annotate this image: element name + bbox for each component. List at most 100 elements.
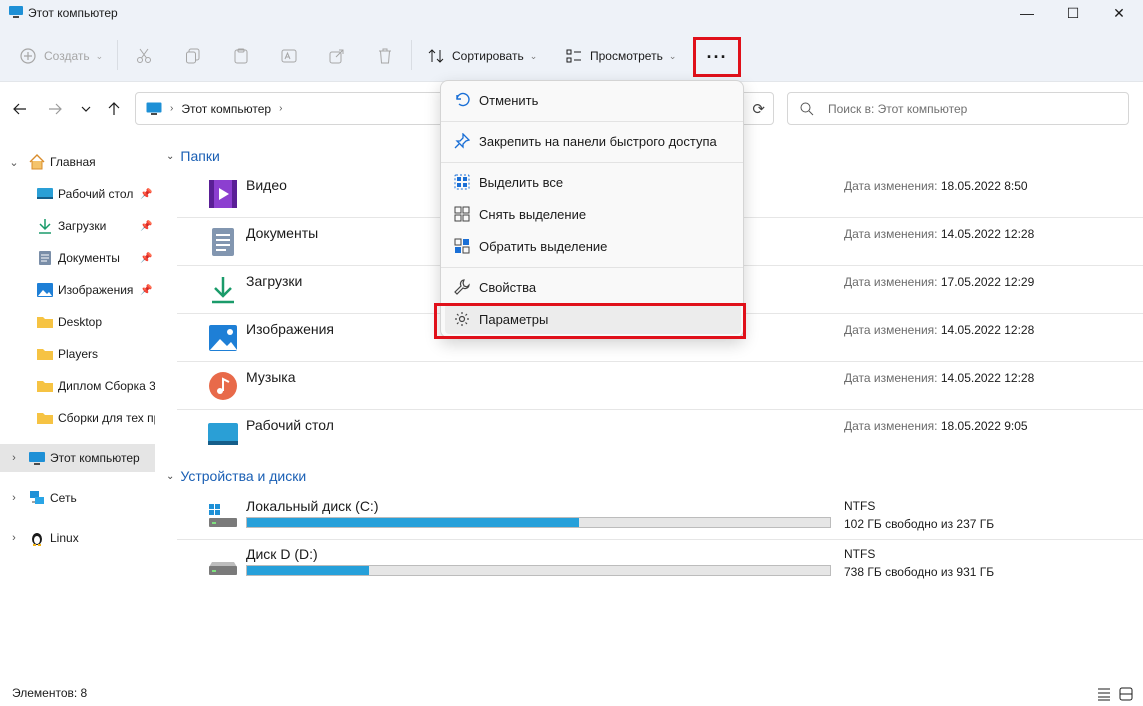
group-title: Устройства и диски bbox=[180, 468, 307, 484]
menu-item-select-all[interactable]: Выделить все bbox=[445, 167, 741, 197]
chevron-right-icon[interactable]: › bbox=[8, 452, 20, 464]
plus-circle-icon bbox=[20, 48, 36, 64]
menu-divider bbox=[441, 121, 743, 122]
delete-button[interactable] bbox=[377, 42, 393, 70]
share-button[interactable] bbox=[329, 42, 345, 70]
drive-filesystem: NTFS bbox=[844, 499, 876, 513]
menu-item-label: Закрепить на панели быстрого доступа bbox=[479, 133, 717, 149]
menu-item-undo[interactable]: Отменить bbox=[445, 85, 741, 115]
pin-icon bbox=[454, 133, 470, 149]
forward-arrow-icon[interactable] bbox=[45, 99, 65, 119]
title-bar: Этот компьютер — ☐ ✕ bbox=[0, 0, 1143, 26]
menu-item-select-none[interactable]: Снять выделение bbox=[445, 199, 741, 229]
chevron-down-icon: ⌄ bbox=[668, 50, 677, 61]
maximize-button[interactable]: ☐ bbox=[1050, 0, 1096, 26]
minimize-button[interactable]: — bbox=[1004, 0, 1050, 26]
see-more-button[interactable]: ··· bbox=[693, 37, 741, 77]
folder-date: Дата изменения: 18.05.2022 8:50 bbox=[844, 179, 1028, 193]
folder-icon bbox=[37, 317, 53, 328]
search-placeholder: Поиск в: Этот компьютер bbox=[828, 101, 968, 116]
undo-icon bbox=[456, 92, 470, 107]
music-icon bbox=[209, 372, 237, 400]
chevron-right-icon: › bbox=[170, 103, 174, 114]
drive-item-c[interactable]: Локальный диск (C:) NTFS 102 ГБ свободно… bbox=[177, 496, 1143, 544]
folder-icon bbox=[37, 349, 53, 360]
computer-icon bbox=[146, 102, 162, 115]
sidebar-item-label: Этот компьютер bbox=[50, 451, 140, 465]
sidebar-item-network[interactable]: › Сеть bbox=[0, 484, 155, 512]
computer-icon bbox=[9, 6, 23, 18]
folder-name: Музыка bbox=[246, 369, 296, 385]
sidebar-item-this-pc[interactable]: › Этот компьютер bbox=[0, 444, 155, 472]
sort-label: Сортировать bbox=[452, 49, 524, 63]
drive-free-space: 738 ГБ свободно из 931 ГБ bbox=[844, 565, 995, 579]
folder-date: Дата изменения: 17.05.2022 12:29 bbox=[844, 275, 1035, 289]
chevron-right-icon[interactable]: › bbox=[8, 532, 20, 544]
drive-usage-fill bbox=[247, 518, 580, 527]
drive-free-space: 102 ГБ свободно из 237 ГБ bbox=[844, 517, 995, 531]
breadcrumb-this-pc[interactable]: Этот компьютер bbox=[181, 102, 271, 116]
folder-item-desktop[interactable]: Рабочий стол Дата изменения: 18.05.2022 … bbox=[177, 410, 1143, 458]
create-button[interactable]: Создать ⌄ bbox=[20, 42, 103, 70]
menu-item-properties[interactable]: Свойства bbox=[445, 272, 741, 302]
group-title: Папки bbox=[180, 148, 220, 164]
chevron-right-icon[interactable]: › bbox=[8, 492, 20, 504]
status-bar: Элементов: 8 bbox=[0, 682, 1143, 706]
sidebar-item-downloads[interactable]: Загрузки 📌 bbox=[0, 212, 155, 240]
close-button[interactable]: ✕ bbox=[1096, 0, 1142, 26]
drive-name: Локальный диск (C:) bbox=[246, 498, 379, 514]
details-view-icon[interactable] bbox=[1097, 687, 1111, 701]
copy-button[interactable] bbox=[185, 42, 201, 70]
pin-icon[interactable]: 📌 bbox=[140, 285, 152, 296]
paste-button[interactable] bbox=[233, 42, 249, 70]
recent-locations-icon[interactable] bbox=[76, 99, 96, 119]
window-title: Этот компьютер bbox=[28, 6, 118, 20]
up-arrow-icon[interactable] bbox=[104, 99, 124, 119]
rename-button[interactable] bbox=[281, 42, 297, 70]
drive-icon bbox=[209, 562, 237, 575]
pin-icon[interactable]: 📌 bbox=[140, 189, 152, 200]
tiles-view-icon[interactable] bbox=[1119, 687, 1133, 701]
drive-item-d[interactable]: Диск D (D:) NTFS 738 ГБ свободно из 931 … bbox=[177, 544, 1143, 592]
view-label: Просмотреть bbox=[590, 49, 663, 63]
sidebar-item-label: Главная bbox=[50, 155, 96, 169]
sort-icon bbox=[428, 49, 444, 63]
cut-button[interactable] bbox=[136, 42, 152, 70]
view-button[interactable]: Просмотреть ⌄ bbox=[566, 42, 676, 70]
search-input[interactable]: Поиск в: Этот компьютер bbox=[787, 92, 1129, 125]
chevron-down-icon[interactable]: ⌄ bbox=[166, 471, 174, 482]
sidebar-item-diploma[interactable]: Диплом Сборка 3 bbox=[0, 372, 155, 400]
menu-item-invert-selection[interactable]: Обратить выделение bbox=[445, 231, 741, 261]
sidebar-item-desktop-folder[interactable]: Desktop bbox=[0, 308, 155, 336]
sidebar-item-label: Сеть bbox=[50, 491, 77, 505]
pin-icon[interactable]: 📌 bbox=[140, 253, 152, 264]
chevron-right-icon[interactable]: › bbox=[279, 103, 282, 114]
sort-button[interactable]: Сортировать ⌄ bbox=[428, 42, 537, 70]
sidebar-item-pictures[interactable]: Изображения 📌 bbox=[0, 276, 155, 304]
pin-icon[interactable]: 📌 bbox=[140, 221, 152, 232]
sidebar-item-documents[interactable]: Документы 📌 bbox=[0, 244, 155, 272]
folder-name: Рабочий стол bbox=[246, 417, 334, 433]
toolbar-divider bbox=[411, 40, 412, 70]
wrench-icon bbox=[454, 279, 470, 295]
devices-group-header[interactable]: ⌄ Устройства и диски bbox=[166, 468, 306, 484]
sidebar-item-players[interactable]: Players bbox=[0, 340, 155, 368]
toolbar-divider bbox=[117, 40, 118, 70]
folder-item-music[interactable]: Музыка Дата изменения: 14.05.2022 12:28 bbox=[177, 362, 1143, 410]
sidebar-item-builds[interactable]: Сборки для тех пр bbox=[0, 404, 155, 432]
chevron-down-icon[interactable]: ⌄ bbox=[8, 156, 20, 169]
scissors-icon bbox=[137, 48, 151, 63]
drive-usage-bar bbox=[246, 517, 831, 528]
menu-item-pin-quick-access[interactable]: Закрепить на панели быстрого доступа bbox=[445, 126, 741, 156]
refresh-icon[interactable]: ⟳ bbox=[752, 100, 765, 118]
sidebar-item-home[interactable]: ⌄ Главная bbox=[0, 148, 155, 176]
chevron-down-icon[interactable]: ⌄ bbox=[166, 151, 174, 162]
sidebar-item-desktop[interactable]: Рабочий стол 📌 bbox=[0, 180, 155, 208]
menu-item-label: Снять выделение bbox=[479, 206, 587, 222]
folders-group-header[interactable]: ⌄ Папки bbox=[166, 148, 220, 164]
download-icon bbox=[39, 219, 51, 234]
back-arrow-icon[interactable] bbox=[10, 99, 30, 119]
sidebar-item-linux[interactable]: › Linux bbox=[0, 524, 155, 552]
home-icon bbox=[29, 154, 45, 170]
clipboard-icon bbox=[234, 48, 248, 64]
